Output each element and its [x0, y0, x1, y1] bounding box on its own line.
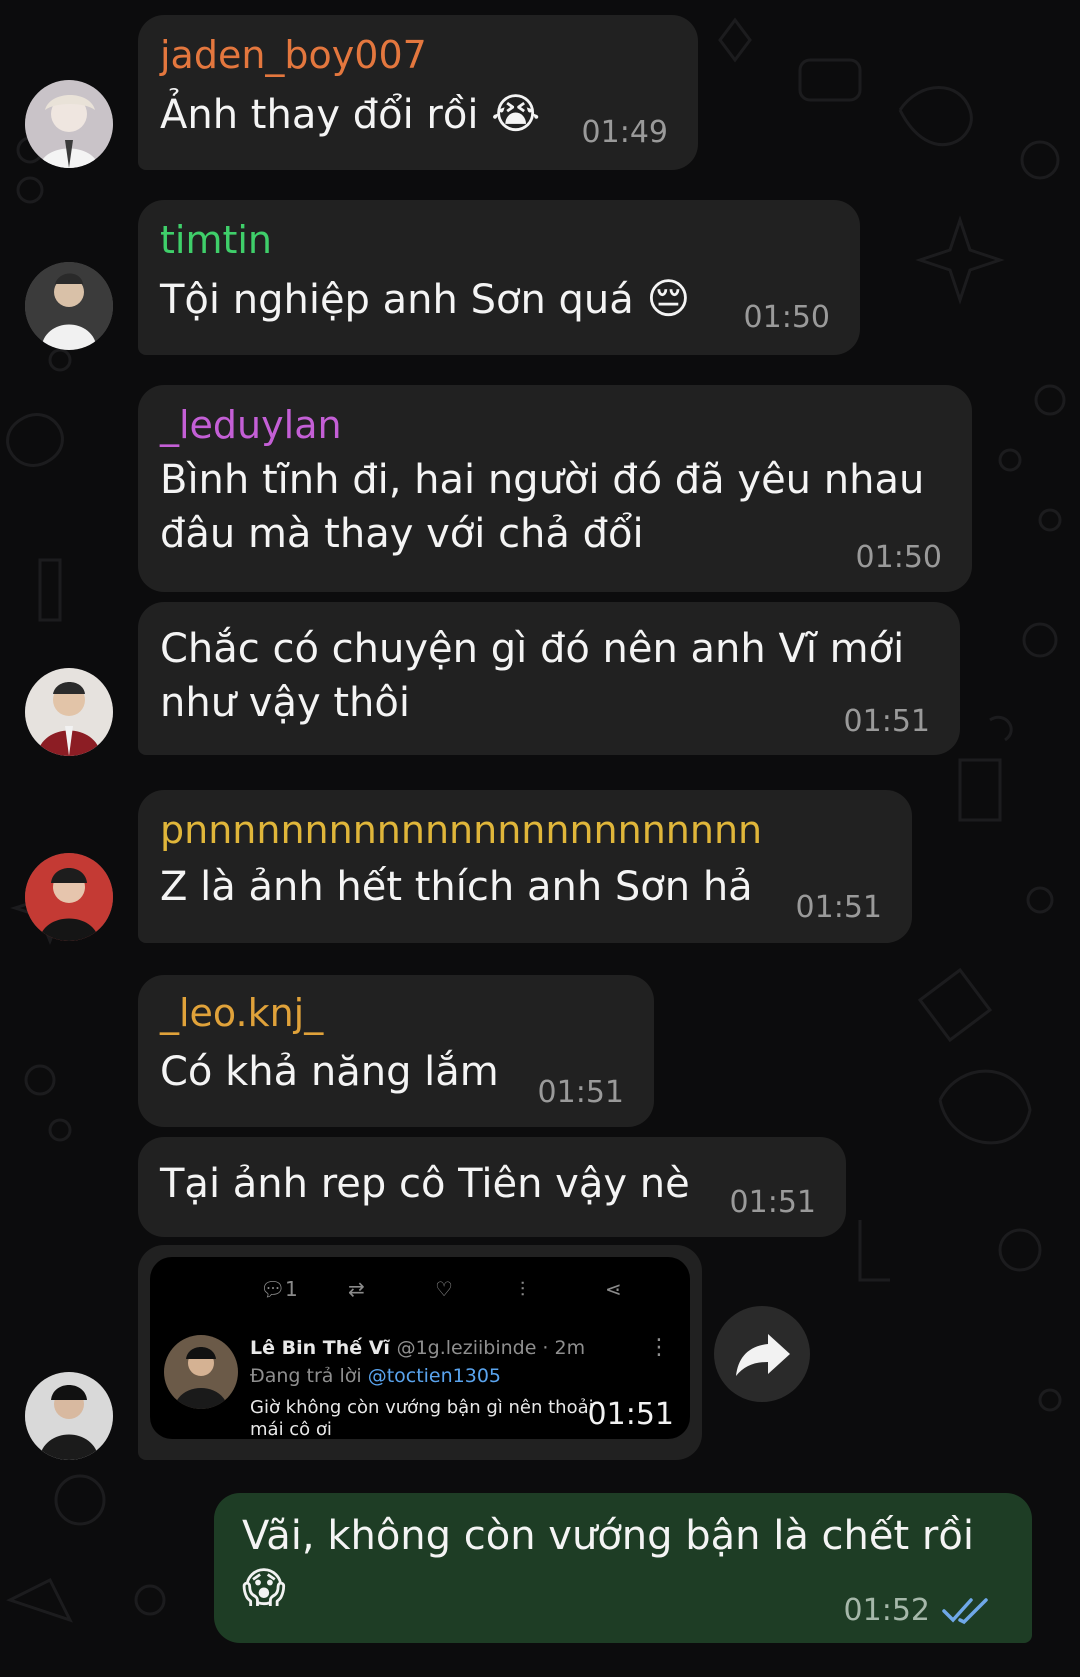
forward-button[interactable]: [714, 1306, 810, 1402]
more-options-icon: ⋮: [648, 1335, 670, 1360]
image-message-time: 01:51: [587, 1397, 674, 1432]
message-time: 01:49: [581, 115, 668, 150]
message-time: 01:51: [537, 1075, 624, 1110]
message-text: Có khả năng lắm: [160, 1049, 499, 1095]
message-text: Ảnh thay đổi rồi 😭: [160, 89, 541, 138]
avatar-leduylan[interactable]: [25, 668, 113, 756]
message-text: Z là ảnh hết thích anh Sơn hả: [160, 864, 753, 910]
forward-arrow-icon: [736, 1334, 790, 1376]
message-time: 01:51: [843, 704, 930, 739]
message-time: 01:50: [743, 300, 830, 335]
message-bubble[interactable]: Chắc có chuyện gì đó nên anh Vĩ mới như …: [138, 602, 960, 755]
outgoing-message-time: 01:52: [843, 1593, 930, 1628]
message-text: Tội nghiệp anh Sơn quá 😔: [160, 274, 691, 323]
avatar-jaden-boy007[interactable]: [25, 80, 113, 168]
message-text: Tại ảnh rep cô Tiên vậy nè: [160, 1161, 690, 1207]
message-time: 01:51: [729, 1185, 816, 1220]
share-icon: ⋖: [605, 1277, 622, 1301]
message-bubble[interactable]: jaden_boy007 Ảnh thay đổi rồi 😭 01:49: [138, 15, 698, 170]
screaming-face-emoji: 😱: [242, 1563, 286, 1612]
message-bubble[interactable]: _leduylan Bình tĩnh đi, hai người đó đã …: [138, 385, 972, 592]
avatar-pnnn[interactable]: [25, 853, 113, 941]
retweet-icon: ⇄: [348, 1277, 365, 1301]
message-time: 01:50: [855, 540, 942, 575]
avatar-timtin[interactable]: [25, 262, 113, 350]
sender-name[interactable]: _leduylan: [160, 403, 342, 447]
sender-name[interactable]: _leo.knj_: [160, 991, 323, 1035]
image-message-bubble[interactable]: 💬︎ 1 ⇄ ♡ ⫶ ⋖ Lê Bin Thế Vĩ @1g.leziibind…: [138, 1245, 702, 1460]
message-text-line: đâu mà thay với chả đổi: [160, 511, 644, 557]
outgoing-message-bubble[interactable]: Vãi, không còn vướng bận là chết rồi 😱 0…: [214, 1493, 1032, 1643]
tweet-reply-context: Đang trả lời @toctien1305: [250, 1365, 502, 1387]
outgoing-message-text: Vãi, không còn vướng bận là chết rồi: [242, 1513, 974, 1559]
message-time: 01:51: [795, 890, 882, 925]
message-bubble[interactable]: timtin Tội nghiệp anh Sơn quá 😔 01:50: [138, 200, 860, 355]
crying-face-emoji: 😭: [491, 89, 541, 138]
reply-count: 1: [285, 1277, 298, 1301]
sender-name[interactable]: pnnnnnnnnnnnnnnnnnnnnnnnn: [160, 808, 762, 852]
reply-icon: 💬︎: [260, 1277, 286, 1301]
tweet-author-avatar: [164, 1335, 238, 1409]
stats-icon: ⫶: [520, 1277, 525, 1301]
message-text-line: Bình tĩnh đi, hai người đó đã yêu nhau: [160, 457, 925, 503]
like-icon: ♡: [435, 1277, 453, 1301]
sender-name[interactable]: timtin: [160, 218, 272, 262]
message-text-line: Chắc có chuyện gì đó nên anh Vĩ mới: [160, 626, 905, 672]
read-checkmarks-icon: [942, 1598, 988, 1625]
message-bubble[interactable]: Tại ảnh rep cô Tiên vậy nè 01:51: [138, 1137, 846, 1237]
tweet-author: Lê Bin Thế Vĩ @1g.leziibinde · 2m: [250, 1337, 586, 1359]
tweet-actions: 💬︎ 1 ⇄ ♡ ⫶ ⋖: [150, 1277, 690, 1307]
message-text-line: như vậy thôi: [160, 680, 410, 726]
avatar-leo-knj[interactable]: [25, 1372, 113, 1460]
pensive-face-emoji: 😔: [646, 274, 691, 323]
tweet-screenshot[interactable]: 💬︎ 1 ⇄ ♡ ⫶ ⋖ Lê Bin Thế Vĩ @1g.leziibind…: [150, 1257, 690, 1439]
tweet-text: Giờ không còn vướng bận gì nên thoải mái…: [250, 1397, 594, 1439]
sender-name[interactable]: jaden_boy007: [160, 33, 427, 77]
message-bubble[interactable]: pnnnnnnnnnnnnnnnnnnnnnnnn Z là ảnh hết t…: [138, 790, 912, 943]
message-bubble[interactable]: _leo.knj_ Có khả năng lắm 01:51: [138, 975, 654, 1127]
